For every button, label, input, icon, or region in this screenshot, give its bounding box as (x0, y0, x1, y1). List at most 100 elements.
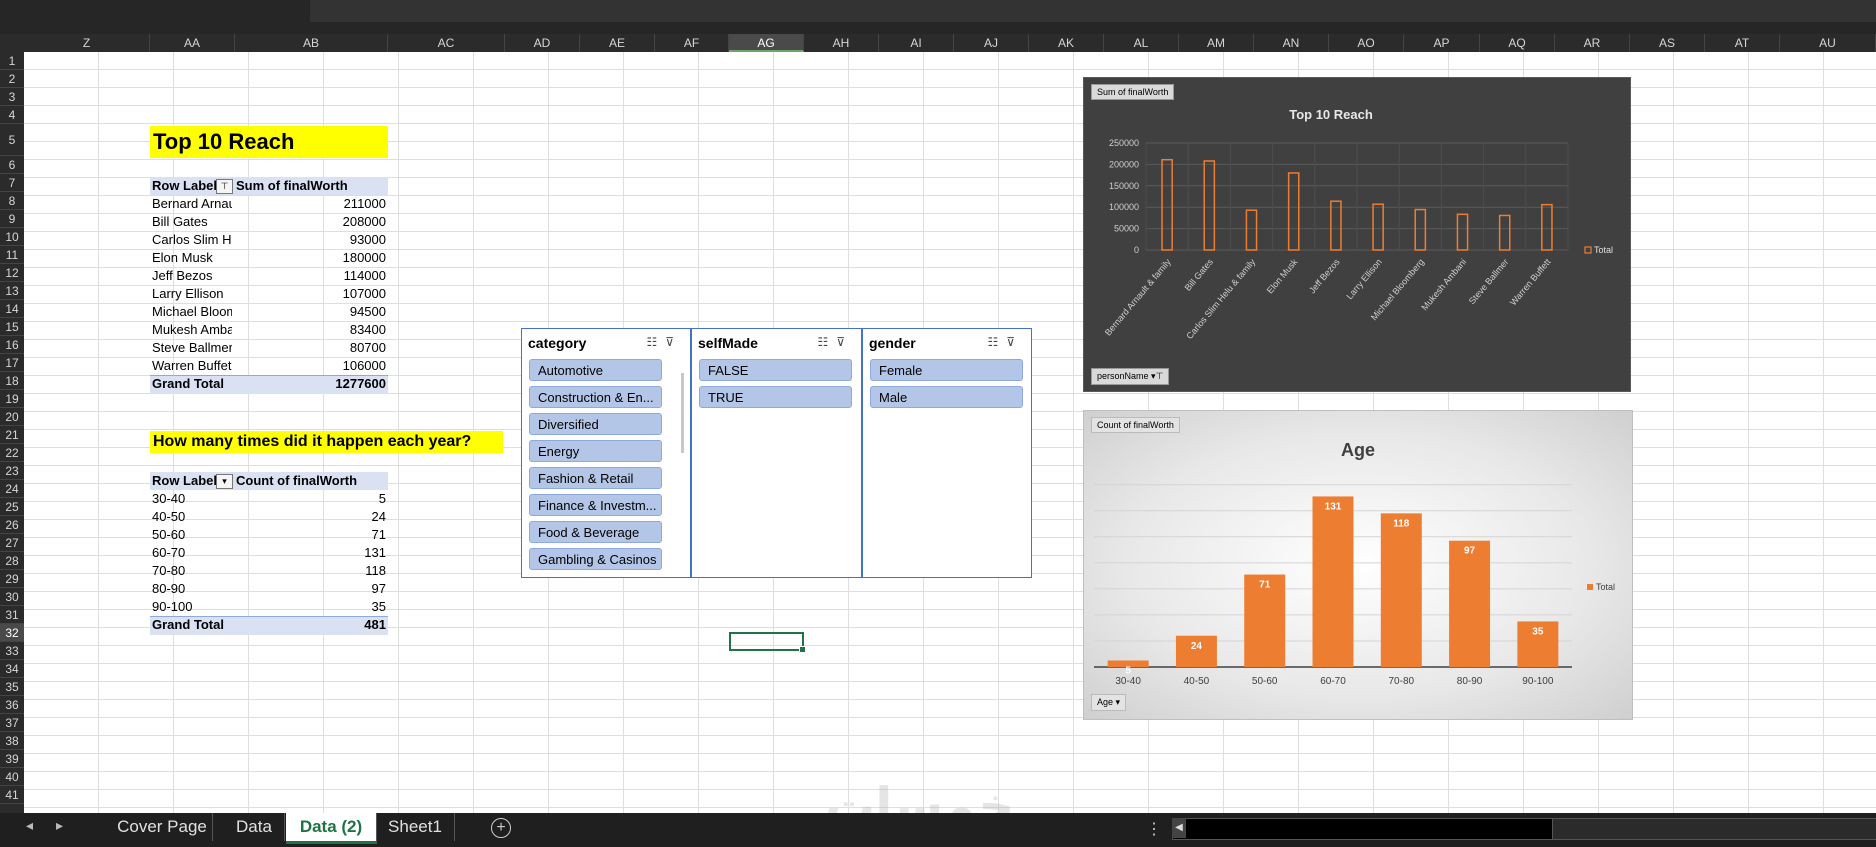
clear-filter-icon[interactable]: ⊽ (1006, 335, 1023, 349)
column-header[interactable]: AG (729, 34, 804, 52)
column-header[interactable]: AH (804, 34, 879, 52)
row-header[interactable]: 28 (0, 552, 24, 570)
column-header[interactable]: AK (1029, 34, 1104, 52)
slicer-gender[interactable]: gender ☷⊽ Female Male (862, 328, 1032, 578)
column-header[interactable]: AQ (1480, 34, 1555, 52)
pivot-row-label[interactable]: 80-90 (152, 580, 232, 598)
scroll-right-icon[interactable]: ▸ (56, 817, 63, 834)
row-header[interactable]: 4 (0, 106, 24, 124)
row-header[interactable]: 2 (0, 70, 24, 88)
row-header[interactable]: 40 (0, 768, 24, 786)
column-header[interactable]: AU (1780, 34, 1876, 52)
slicer-scrollbar[interactable] (681, 373, 684, 453)
pivot-row-label[interactable]: Mukesh Amba (152, 321, 232, 339)
sheet-tab[interactable]: Data (2) (286, 813, 377, 844)
slicer-item[interactable]: FALSE (699, 359, 852, 381)
row-header[interactable]: 5 (0, 124, 24, 156)
row-header[interactable]: 34 (0, 660, 24, 678)
row-header[interactable]: 3 (0, 88, 24, 106)
clear-filter-icon[interactable]: ⊽ (665, 335, 682, 349)
slicer-item[interactable]: Diversified (529, 413, 662, 435)
scroll-left-icon[interactable]: ◂ (26, 817, 33, 834)
scroll-left-icon[interactable]: ◀ (1172, 818, 1186, 838)
column-header[interactable]: AJ (954, 34, 1029, 52)
column-header[interactable]: AI (879, 34, 954, 52)
row-header[interactable]: 37 (0, 714, 24, 732)
pivot-row-label[interactable]: Warren Buffet (152, 357, 232, 375)
clear-filter-icon[interactable]: ⊽ (836, 335, 853, 349)
row-header[interactable]: 16 (0, 336, 24, 354)
row-header[interactable]: 9 (0, 210, 24, 228)
column-header[interactable]: AR (1555, 34, 1630, 52)
more-options-icon[interactable]: ⋮ (1146, 819, 1162, 839)
column-header[interactable]: AO (1329, 34, 1404, 52)
multi-select-icon[interactable]: ☷ (817, 335, 836, 349)
row-header[interactable]: 17 (0, 354, 24, 372)
column-header[interactable]: AC (388, 34, 505, 52)
row-header[interactable]: 25 (0, 498, 24, 516)
filter-dropdown-icon[interactable]: ⊤ (216, 179, 233, 194)
column-header[interactable]: AD (505, 34, 580, 52)
slicer-item[interactable]: TRUE (699, 386, 852, 408)
pivot-row-label[interactable]: Michael Bloom (152, 303, 232, 321)
row-header[interactable]: 10 (0, 228, 24, 246)
pivot-row-label[interactable]: Steve Ballmer (152, 339, 232, 357)
row-header[interactable]: 33 (0, 642, 24, 660)
column-header[interactable]: AB (235, 34, 388, 52)
pivot-row-label[interactable]: 70-80 (152, 562, 232, 580)
column-header[interactable]: AA (150, 34, 235, 52)
filter-dropdown-icon[interactable]: ▾ (216, 474, 233, 489)
pivot-row-label[interactable]: 30-40 (152, 490, 232, 508)
row-header[interactable]: 35 (0, 678, 24, 696)
pivot-row-label[interactable]: Bernard Arnau (152, 195, 232, 213)
row-header[interactable]: 36 (0, 696, 24, 714)
row-header[interactable]: 18 (0, 372, 24, 390)
row-header[interactable]: 38 (0, 732, 24, 750)
slicer-selfmade[interactable]: selfMade ☷⊽ FALSE TRUE (691, 328, 862, 578)
row-header[interactable]: 19 (0, 390, 24, 408)
active-cell[interactable] (729, 632, 806, 653)
pivot1-row-labels-header[interactable]: Row Labels (152, 177, 218, 195)
horizontal-scrollbar[interactable] (1172, 818, 1554, 840)
row-header[interactable]: 15 (0, 318, 24, 336)
row-header[interactable]: 23 (0, 462, 24, 480)
slicer-item[interactable]: Male (870, 386, 1023, 408)
chart-top10-reach[interactable]: Sum of finalWorth personName ▾⊤ Top 10 R… (1083, 77, 1631, 392)
pivot-row-label[interactable]: Larry Ellison (152, 285, 232, 303)
column-header[interactable]: Z (24, 34, 150, 52)
multi-select-icon[interactable]: ☷ (987, 335, 1006, 349)
slicer-item[interactable]: Food & Beverage (529, 521, 662, 543)
sheet-tab[interactable]: Data (224, 813, 285, 841)
slicer-item[interactable]: Energy (529, 440, 662, 462)
row-header[interactable]: 41 (0, 786, 24, 804)
add-sheet-icon[interactable]: + (491, 818, 511, 838)
pivot-row-label[interactable]: Elon Musk (152, 249, 232, 267)
sheet-tab[interactable]: Cover Page (112, 813, 213, 841)
row-header[interactable]: 1 (0, 52, 24, 70)
chart-age[interactable]: Count of finalWorth Age ▾ Age 5 30-40 24 40-… (1083, 410, 1633, 720)
pivot-row-label[interactable]: Jeff Bezos (152, 267, 232, 285)
row-header[interactable]: 6 (0, 156, 24, 174)
column-header[interactable]: AS (1630, 34, 1705, 52)
row-header[interactable]: 21 (0, 426, 24, 444)
pivot-row-label[interactable]: 60-70 (152, 544, 232, 562)
pivot-row-label[interactable]: 50-60 (152, 526, 232, 544)
multi-select-icon[interactable]: ☷ (646, 335, 665, 349)
slicer-item[interactable]: Female (870, 359, 1023, 381)
row-header[interactable]: 12 (0, 264, 24, 282)
row-header[interactable]: 30 (0, 588, 24, 606)
pivot-row-label[interactable]: Bill Gates (152, 213, 232, 231)
horizontal-scroll-track[interactable] (1552, 818, 1876, 840)
column-header[interactable]: AF (655, 34, 729, 52)
column-header[interactable]: AP (1404, 34, 1480, 52)
row-header[interactable]: 27 (0, 534, 24, 552)
row-header[interactable]: 14 (0, 300, 24, 318)
pivot-row-label[interactable]: 40-50 (152, 508, 232, 526)
column-header[interactable]: AN (1254, 34, 1329, 52)
row-header[interactable]: 29 (0, 570, 24, 588)
row-header[interactable]: 8 (0, 192, 24, 210)
row-header[interactable]: 11 (0, 246, 24, 264)
row-header[interactable]: 32 (0, 624, 24, 642)
row-header[interactable]: 7 (0, 174, 24, 192)
row-header[interactable]: 26 (0, 516, 24, 534)
